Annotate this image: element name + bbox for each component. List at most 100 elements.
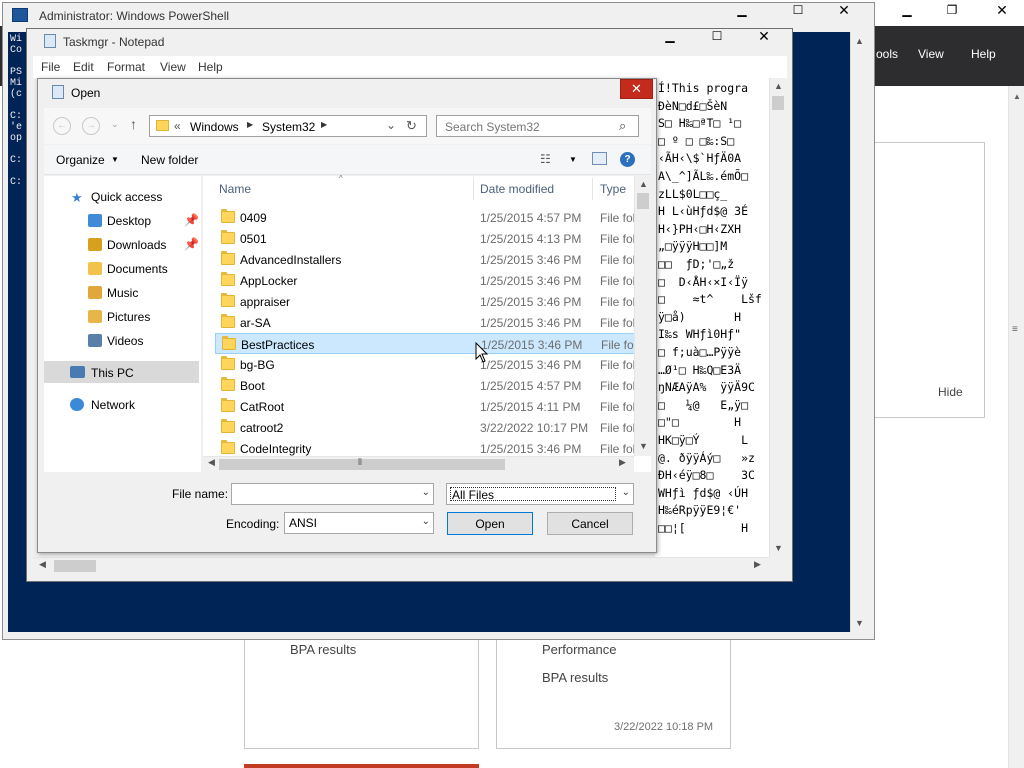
address-bar[interactable]: « Windows ▶ System32 ▶ ⌄ ↻	[149, 115, 427, 137]
file-row[interactable]: appraiser 1/25/2015 3:46 PM File folder	[215, 291, 635, 312]
preview-pane-icon[interactable]	[592, 152, 607, 165]
file-type-select[interactable]: All Files ⌄	[446, 483, 634, 505]
open-button[interactable]: Open	[447, 512, 533, 535]
column-type[interactable]: Type	[600, 182, 626, 196]
file-row[interactable]: AdvancedInstallers 1/25/2015 3:46 PM File …	[215, 249, 635, 270]
nav-quick-access[interactable]: Quick access	[91, 190, 162, 204]
column-divider[interactable]	[592, 178, 593, 200]
up-arrow-icon[interactable]: ↑	[130, 116, 137, 132]
sm-close-button[interactable]: ✕	[988, 2, 1016, 19]
chevron-down-icon[interactable]: ⌄	[422, 516, 430, 527]
sm-minimize-button[interactable]: ▁	[893, 3, 921, 17]
nav-pictures[interactable]: Pictures	[107, 310, 150, 324]
pin-icon[interactable]: 📌	[184, 237, 199, 251]
nav-desktop[interactable]: Desktop	[107, 214, 151, 228]
server-manager-scrollbar[interactable]: ▲ ≡	[1008, 86, 1024, 768]
np-menu-format[interactable]: Format	[107, 60, 145, 74]
file-row[interactable]: 0501 1/25/2015 4:13 PM File folder	[215, 228, 635, 249]
chevron-down-icon[interactable]: ⌄	[622, 487, 630, 498]
ps-scrollbar[interactable]: ▲ ▼	[850, 32, 866, 632]
sm-tile-1-bpa[interactable]: BPA results	[290, 642, 356, 657]
nav-documents[interactable]: Documents	[107, 262, 168, 276]
sm-restore-button[interactable]: ❐	[938, 3, 966, 17]
sm-tile-2-bpa[interactable]: BPA results	[542, 670, 608, 685]
chevron-down-icon[interactable]: ▼	[569, 155, 577, 164]
refresh-icon[interactable]: ↻	[406, 118, 417, 134]
chevron-down-icon[interactable]: ⌄	[386, 118, 396, 132]
scroll-up-icon[interactable]: ▲	[774, 81, 783, 91]
nav-downloads[interactable]: Downloads	[107, 238, 166, 252]
np-vscrollbar[interactable]: ▲ ▼	[769, 78, 786, 557]
recent-locations-icon[interactable]: ⌄	[111, 119, 119, 130]
scroll-down-icon[interactable]: ▼	[855, 618, 864, 628]
view-options-icon[interactable]: ☷	[540, 152, 551, 166]
scroll-down-icon[interactable]: ▼	[639, 441, 648, 451]
hide-link[interactable]: Hide	[938, 385, 963, 399]
np-minimize-button[interactable]: ▁	[656, 29, 684, 43]
chevron-down-icon[interactable]: ▼	[111, 155, 119, 164]
scroll-up-icon[interactable]: ▲	[855, 36, 864, 46]
column-name[interactable]: Name	[219, 182, 251, 196]
file-row[interactable]: CatRoot 1/25/2015 4:11 PM File folder	[215, 396, 635, 417]
file-row[interactable]: ar-SA 1/25/2015 3:46 PM File folder	[215, 312, 635, 333]
nav-videos[interactable]: Videos	[107, 334, 143, 348]
nav-network[interactable]: Network	[91, 398, 135, 412]
forward-arrow-icon[interactable]: →	[82, 117, 100, 135]
file-row[interactable]: catroot2 3/22/2022 10:17 PM File folder	[215, 417, 635, 438]
np-menu-view[interactable]: View	[160, 60, 186, 74]
column-date-modified[interactable]: Date modified	[480, 182, 554, 196]
np-hscroll-thumb[interactable]	[54, 560, 96, 572]
dialog-close-button[interactable]: ✕	[620, 79, 653, 99]
encoding-select[interactable]: ANSI ⌄	[284, 512, 434, 534]
cancel-button[interactable]: Cancel	[547, 512, 633, 535]
file-list-vscrollbar[interactable]: ▲ ▼	[634, 176, 651, 456]
search-box[interactable]: Search System32 ⌕	[436, 115, 639, 137]
scroll-grip-icon[interactable]: ≡	[1012, 324, 1018, 335]
np-maximize-button[interactable]: ☐	[703, 29, 731, 43]
scroll-right-icon[interactable]: ▶	[754, 559, 761, 570]
breadcrumb-system32[interactable]: System32	[262, 120, 315, 134]
file-name-input[interactable]: ⌄	[231, 483, 434, 505]
ps-minimize-button[interactable]: ▁	[728, 3, 756, 17]
scroll-up-icon[interactable]: ▲	[639, 179, 648, 189]
sm-tile-2-performance[interactable]: Performance	[542, 642, 616, 657]
new-folder-button[interactable]: New folder	[141, 153, 198, 167]
file-row[interactable]: 0409 1/25/2015 4:57 PM File folder	[215, 207, 635, 228]
pin-icon[interactable]: 📌	[184, 213, 199, 227]
menu-view[interactable]: View	[918, 47, 944, 61]
file-list-vscroll-thumb[interactable]	[637, 193, 649, 209]
scroll-left-icon[interactable]: ◀	[208, 457, 215, 468]
scroll-left-icon[interactable]: ◀	[39, 559, 46, 570]
np-menu-edit[interactable]: Edit	[73, 60, 94, 74]
file-row[interactable]: BestPractices 1/25/2015 3:46 PM File folde…	[215, 333, 635, 354]
ps-maximize-button[interactable]: ☐	[784, 3, 812, 17]
scroll-up-icon[interactable]: ▲	[1013, 92, 1021, 101]
file-list-hscrollbar[interactable]: ◀ ⦀ ▶	[203, 456, 634, 472]
organize-button[interactable]: Organize	[56, 153, 105, 167]
scroll-down-icon[interactable]: ▼	[774, 543, 783, 553]
file-row[interactable]: bg-BG 1/25/2015 3:46 PM File folder	[215, 354, 635, 375]
chevron-down-icon[interactable]: ⌄	[422, 487, 430, 498]
np-menu-file[interactable]: File	[41, 60, 60, 74]
chevron-right-icon[interactable]: ▶	[321, 120, 327, 129]
nav-this-pc[interactable]: This PC	[91, 366, 134, 380]
ps-close-button[interactable]: ✕	[830, 2, 858, 19]
column-divider[interactable]	[473, 178, 474, 200]
breadcrumb-windows[interactable]: Windows	[190, 120, 239, 134]
np-close-button[interactable]: ✕	[750, 28, 778, 45]
search-input[interactable]: Search System32	[445, 120, 540, 134]
file-row[interactable]: AppLocker 1/25/2015 3:46 PM File folder	[215, 270, 635, 291]
scroll-right-icon[interactable]: ▶	[619, 457, 626, 468]
np-vscroll-thumb[interactable]	[772, 96, 784, 110]
back-arrow-icon[interactable]: ←	[53, 117, 71, 135]
breadcrumb-overflow[interactable]: «	[174, 119, 181, 133]
np-hscrollbar[interactable]: ◀ ▶	[34, 557, 769, 574]
file-row[interactable]: Boot 1/25/2015 4:57 PM File folder	[215, 375, 635, 396]
help-icon[interactable]: ?	[620, 152, 635, 167]
nav-music[interactable]: Music	[107, 286, 138, 300]
chevron-right-icon[interactable]: ▶	[247, 120, 253, 129]
menu-help[interactable]: Help	[971, 47, 996, 61]
file-list-hscroll-thumb[interactable]	[219, 459, 505, 470]
np-menu-help[interactable]: Help	[198, 60, 223, 74]
search-icon[interactable]: ⌕	[619, 118, 626, 134]
